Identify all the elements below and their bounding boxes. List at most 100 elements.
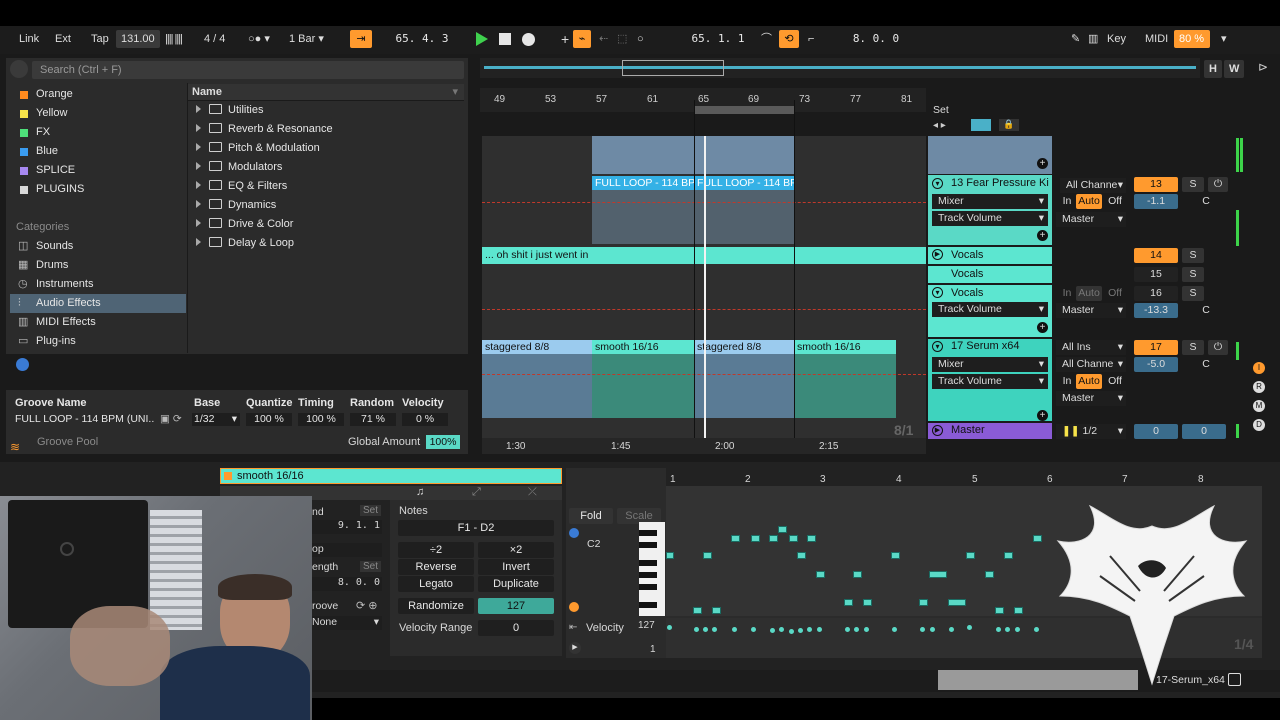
track13-name[interactable]: 13 Fear Pressure Ki <box>951 177 1049 189</box>
clip-full-loop-a[interactable]: FULL LOOP - 114 BPM <box>592 176 694 190</box>
vocals1-header[interactable]: ▶ Vocals <box>928 247 1052 264</box>
mixer-icon[interactable]: M <box>1253 400 1265 412</box>
clip-smooth-a[interactable]: smooth 16/16 <box>592 340 694 354</box>
velocity-marker[interactable] <box>779 627 784 632</box>
add-lane-icon[interactable]: + <box>1037 410 1048 421</box>
collection-fx[interactable]: FX <box>10 123 186 142</box>
midi-note[interactable] <box>995 607 1004 614</box>
loop-label[interactable]: op <box>312 543 382 557</box>
monitor-auto-button[interactable]: Auto <box>1076 194 1102 209</box>
velocity-marker[interactable] <box>1005 627 1010 632</box>
hide-history-button[interactable]: H <box>1204 60 1222 78</box>
random-value[interactable]: 71 % <box>350 413 396 426</box>
collapse-icon[interactable]: ⊳ <box>1258 60 1268 74</box>
fold-icon[interactable]: ▾ <box>932 341 943 352</box>
back-to-arrangement-icon[interactable]: ⇠ <box>594 30 613 48</box>
clip-title-bar[interactable]: smooth 16/16 <box>220 468 562 484</box>
arm-icon[interactable]: ⏻ <box>1208 340 1228 355</box>
play-clip-icon[interactable]: ▶ <box>932 425 943 436</box>
solo-button[interactable]: S <box>1182 286 1204 301</box>
tempo-field[interactable]: 131.00 <box>116 30 160 48</box>
arrangement-position[interactable]: 65. 4. 3 <box>380 30 464 48</box>
play-icon[interactable]: ▶ <box>569 642 581 654</box>
monitor-auto-button[interactable]: Auto <box>1076 374 1102 389</box>
vocals3-param-chooser[interactable]: Track Volume ▾ <box>932 302 1048 317</box>
io-icon[interactable]: I <box>1253 362 1265 374</box>
capture-icon[interactable]: ⬚ <box>612 30 632 48</box>
keyboard-icon[interactable]: ▥ <box>1083 30 1103 48</box>
groove-hot-swap-icon[interactable]: ≋ <box>10 440 20 454</box>
pan-button[interactable]: C <box>1196 357 1216 372</box>
midi-note[interactable] <box>1033 535 1042 542</box>
punch-in-icon[interactable]: ⌒ <box>756 30 777 48</box>
add-place-icon[interactable] <box>16 358 29 371</box>
midi-map-button[interactable]: MIDI <box>1140 30 1173 48</box>
record-icon[interactable] <box>522 33 535 46</box>
clip-staggered-a[interactable]: staggered 8/8 <box>482 340 592 354</box>
solo-button[interactable]: S <box>1182 340 1204 355</box>
category-instruments[interactable]: ◷ Instruments <box>10 275 186 294</box>
expand-icon[interactable] <box>196 219 201 227</box>
groove-dropdown[interactable]: None ▾ <box>312 616 382 630</box>
midi-note[interactable] <box>666 552 674 559</box>
expand-icon[interactable] <box>196 105 201 113</box>
category-audio-effects[interactable]: ⫶ Audio Effects <box>10 294 186 313</box>
set-locator-button[interactable]: Set <box>933 104 949 116</box>
monitor-off-button[interactable]: Off <box>1104 286 1126 301</box>
midi-note[interactable] <box>797 552 806 559</box>
midi-note[interactable] <box>919 599 928 606</box>
browser-item-delay[interactable]: Delay & Loop <box>190 234 294 253</box>
w-button[interactable]: W <box>1224 60 1245 78</box>
velocity-marker[interactable] <box>864 627 869 632</box>
key-map-button[interactable]: Key <box>1102 30 1131 48</box>
velocity-marker[interactable] <box>732 627 737 632</box>
expand-icon[interactable] <box>196 143 201 151</box>
loop-start[interactable]: 65. 1. 1 <box>676 30 760 48</box>
midi-note[interactable] <box>712 607 721 614</box>
velocity-marker[interactable] <box>798 628 803 633</box>
monitor-off-button[interactable]: Off <box>1104 374 1126 389</box>
master-header[interactable]: ▶ Master <box>928 423 1052 439</box>
midi-note[interactable] <box>769 535 778 542</box>
velocity-marker[interactable] <box>967 625 972 630</box>
category-midi-effects[interactable]: ▥ MIDI Effects <box>10 313 186 332</box>
velocity-marker[interactable] <box>712 627 717 632</box>
velocity-marker[interactable] <box>807 627 812 632</box>
fold-button[interactable]: Fold <box>569 508 613 524</box>
browser-item-reverb[interactable]: Reverb & Resonance <box>190 120 333 139</box>
category-drums[interactable]: ▦ Drums <box>10 256 186 275</box>
track17-device-chooser[interactable]: Mixer ▾ <box>932 357 1048 372</box>
end-value[interactable]: 9. 1. 1 <box>312 520 382 534</box>
invert-button[interactable]: Invert <box>478 559 554 575</box>
length-value[interactable]: 8. 0. 0 <box>312 577 382 591</box>
end-set-button[interactable]: Set <box>360 505 382 516</box>
play-clip-icon[interactable]: ▶ <box>932 249 943 260</box>
loop-brace[interactable] <box>694 106 794 114</box>
midi-note[interactable] <box>844 599 853 606</box>
stop-icon[interactable] <box>499 33 511 45</box>
solo-button[interactable]: S <box>1182 177 1204 192</box>
collection-orange[interactable]: Orange <box>10 85 186 104</box>
fold-icon[interactable]: ▾ <box>932 287 943 298</box>
velocity-value[interactable]: 0 % <box>402 413 448 426</box>
velocity-marker[interactable] <box>930 627 935 632</box>
delay-icon[interactable]: D <box>1253 419 1265 431</box>
tap-button[interactable]: Tap <box>86 30 114 48</box>
overview-bar[interactable] <box>480 58 1200 78</box>
solo-button[interactable]: S <box>1182 248 1204 263</box>
length-set-button[interactable]: Set <box>360 561 382 572</box>
clip-smooth-b[interactable]: smooth 16/16 <box>794 340 896 354</box>
metronome-icon[interactable]: ○● ▾ <box>243 30 275 48</box>
track13-volume[interactable]: -1.1 <box>1134 194 1178 209</box>
midi-note[interactable] <box>966 552 975 559</box>
track13-param-chooser[interactable]: Track Volume ▾ <box>932 211 1048 226</box>
velocity-marker[interactable] <box>845 627 850 632</box>
midi-note[interactable] <box>1014 607 1023 614</box>
pan-button[interactable]: C <box>1196 194 1216 209</box>
play-icon[interactable] <box>476 32 488 46</box>
track17-activator[interactable]: 17 <box>1134 340 1178 355</box>
quantize-value[interactable]: 100 % <box>246 413 292 426</box>
lane-toggle-icon[interactable]: ⇤ <box>569 622 577 633</box>
loop-length[interactable]: 8. 0. 0 <box>836 30 916 48</box>
monitor-auto-button[interactable]: Auto <box>1076 286 1102 301</box>
